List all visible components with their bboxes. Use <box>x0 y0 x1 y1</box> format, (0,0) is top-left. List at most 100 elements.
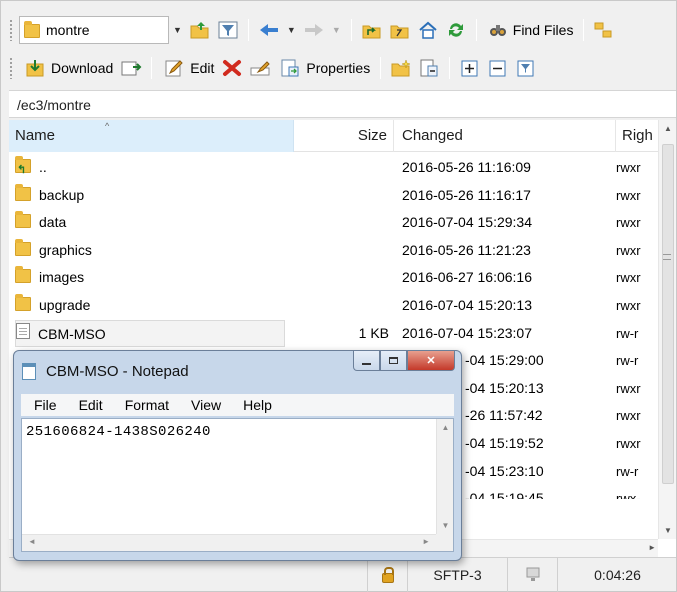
notepad-window[interactable]: CBM-MSO - Notepad ✕ File Edit Format Vie… <box>13 350 462 561</box>
current-path-bar[interactable]: /ec3/montre <box>9 90 676 118</box>
file-rights: rwxr <box>616 215 641 231</box>
file-size <box>294 182 389 209</box>
file-changed: -04 15:23:10 <box>465 462 544 479</box>
column-header-name[interactable]: ^ Name <box>9 120 294 152</box>
download-button[interactable]: Download <box>19 54 117 82</box>
menu-view[interactable]: View <box>191 397 221 413</box>
new-folder-icon[interactable] <box>389 56 413 80</box>
resize-grip-icon[interactable] <box>436 534 453 551</box>
scroll-left-icon[interactable]: ◄ <box>28 537 36 546</box>
edit-label: Edit <box>190 60 215 76</box>
file-name: data <box>39 214 67 231</box>
scrollbar-grip-icon <box>663 254 671 260</box>
file-changed: -26 11:57:42 <box>465 407 543 424</box>
file-actions-toolbar: Download Edit Properties <box>9 51 676 85</box>
menu-format[interactable]: Format <box>125 397 169 413</box>
encryption-status[interactable] <box>367 558 407 592</box>
column-header-changed[interactable]: Changed <box>394 120 616 152</box>
toolbar-separator <box>449 57 451 79</box>
scroll-down-icon[interactable]: ▼ <box>437 521 454 530</box>
file-changed: -04 15:19:52 <box>465 434 544 451</box>
unselect-all-icon[interactable] <box>486 56 510 80</box>
path-combo-dropdown-icon[interactable]: ▼ <box>173 25 182 35</box>
table-row[interactable]: backup 2016-05-26 11:16:17 rwxr <box>9 182 658 210</box>
filter-selection-icon[interactable] <box>514 56 538 80</box>
file-size <box>294 154 389 181</box>
status-bar: SFTP-3 0:04:26 <box>9 557 676 592</box>
file-name: graphics <box>39 241 92 258</box>
menu-edit[interactable]: Edit <box>79 397 103 413</box>
table-row[interactable]: data 2016-07-04 15:29:34 rwxr <box>9 209 658 237</box>
notepad-text-area[interactable]: 251606824-1438S026240 ▲ ▼ ◄ ► <box>21 418 454 552</box>
table-row[interactable]: .. 2016-05-26 11:16:09 rwxr <box>9 154 658 182</box>
notepad-horizontal-scrollbar[interactable]: ◄ ► <box>22 534 436 551</box>
find-files-button[interactable]: Find Files <box>483 16 578 44</box>
close-button[interactable]: ✕ <box>407 351 455 371</box>
new-file-icon[interactable] <box>417 56 441 80</box>
open-folder-icon[interactable] <box>188 18 212 42</box>
table-row[interactable]: graphics 2016-05-26 11:21:23 rwxr <box>9 237 658 265</box>
home-directory-icon[interactable] <box>416 18 440 42</box>
network-status[interactable] <box>507 558 557 592</box>
file-size <box>294 237 389 264</box>
parent-directory-icon[interactable] <box>360 18 384 42</box>
file-list-vertical-scrollbar[interactable]: ▲ ▼ <box>658 120 676 539</box>
navigation-toolbar: montre ▼ ▼ ▼ Find Files <box>9 13 676 47</box>
back-history-dropdown-icon[interactable]: ▼ <box>287 25 296 35</box>
path-combo[interactable]: montre <box>19 16 169 44</box>
sort-ascending-icon: ^ <box>105 121 110 131</box>
menu-file[interactable]: File <box>34 397 57 413</box>
filter-icon[interactable] <box>216 18 240 42</box>
maximize-button[interactable] <box>380 351 407 371</box>
synchronize-browsing-icon[interactable] <box>592 18 616 42</box>
file-name: backup <box>39 186 85 203</box>
scrollbar-thumb[interactable] <box>662 144 674 484</box>
file-rights: rw-r <box>616 325 639 341</box>
select-all-icon[interactable] <box>458 56 482 80</box>
notepad-icon <box>22 362 36 380</box>
file-rights: rwxr <box>616 435 641 451</box>
minimize-button[interactable] <box>353 351 380 371</box>
download-options-icon[interactable] <box>119 56 143 80</box>
table-row[interactable]: images 2016-06-27 16:06:16 rwxr <box>9 264 658 292</box>
download-label: Download <box>51 60 114 76</box>
file-size <box>294 209 389 236</box>
padlock-icon <box>381 567 394 583</box>
menu-help[interactable]: Help <box>243 397 272 413</box>
table-row[interactable]: upgrade 2016-07-04 15:20:13 rwxr <box>9 292 658 320</box>
scroll-right-icon[interactable]: ► <box>422 537 430 546</box>
scroll-down-icon[interactable]: ▼ <box>659 526 677 535</box>
properties-label: Properties <box>306 60 371 76</box>
file-name: CBM-MSO <box>38 325 106 342</box>
properties-button[interactable]: Properties <box>274 54 374 82</box>
file-changed: 2016-07-04 15:20:13 <box>402 296 532 313</box>
file-changed: 2016-05-26 11:21:23 <box>402 241 531 258</box>
folder-icon <box>15 183 31 201</box>
scroll-up-icon[interactable]: ▲ <box>437 423 454 432</box>
toolbar-grip[interactable] <box>9 57 13 79</box>
close-icon: ✕ <box>426 355 436 367</box>
scroll-right-icon[interactable]: ► <box>648 543 656 552</box>
folder-icon <box>15 238 31 256</box>
toolbar-separator <box>350 19 352 41</box>
parent-folder-icon <box>15 156 31 181</box>
back-icon[interactable] <box>257 18 281 42</box>
notepad-titlebar[interactable]: CBM-MSO - Notepad <box>22 360 189 382</box>
refresh-icon[interactable] <box>444 18 468 42</box>
notepad-vertical-scrollbar[interactable]: ▲ ▼ <box>436 419 453 534</box>
table-row-selected[interactable]: CBM-MSO 1 KB 2016-07-04 15:23:07 rw-r <box>9 319 658 348</box>
root-directory-icon[interactable] <box>388 18 412 42</box>
toolbar-grip[interactable] <box>9 19 13 41</box>
scroll-up-icon[interactable]: ▲ <box>659 124 677 133</box>
file-rights: rwxr <box>616 408 641 424</box>
forward-history-dropdown-icon[interactable]: ▼ <box>332 25 341 35</box>
rename-icon[interactable] <box>248 56 272 80</box>
delete-icon[interactable] <box>220 56 244 80</box>
file-list-header: ^ Name Size Changed Righ <box>9 120 676 152</box>
forward-icon[interactable] <box>302 18 326 42</box>
file-changed: 2016-07-04 15:29:34 <box>402 214 532 231</box>
file-rights: rw-r <box>616 353 639 369</box>
column-header-size[interactable]: Size <box>294 120 394 152</box>
edit-button[interactable]: Edit <box>158 54 218 82</box>
notepad-content[interactable]: 251606824-1438S026240 <box>26 424 211 440</box>
